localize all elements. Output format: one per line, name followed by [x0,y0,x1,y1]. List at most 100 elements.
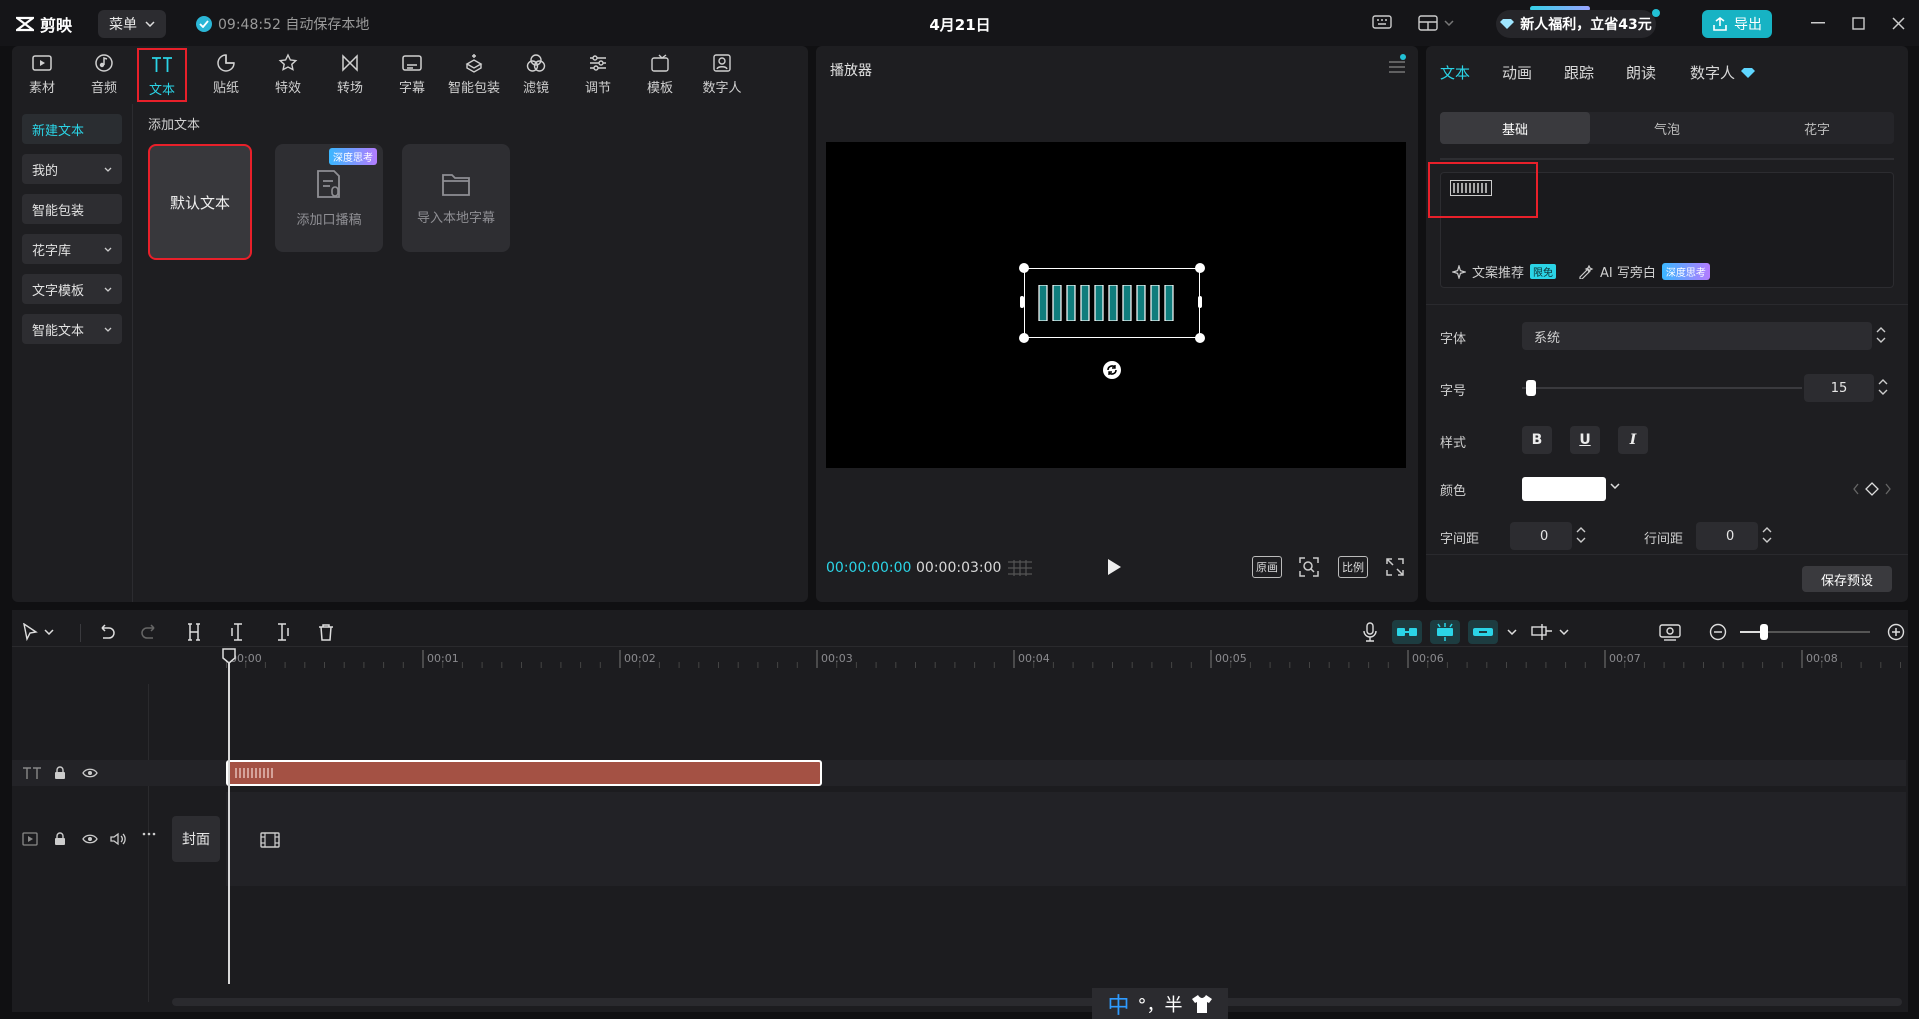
tab-text-props[interactable]: 文本 [1440,62,1470,83]
stepper-arrows-icon[interactable] [1762,524,1772,546]
zoom-fit-icon[interactable] [1298,556,1320,578]
tab-text[interactable]: 文本 [137,48,187,102]
sidebar-item-flower-text[interactable]: 花字库 [22,234,122,264]
subtab-basic[interactable]: 基础 [1440,112,1590,144]
chevron-down-icon[interactable] [1500,620,1524,644]
split-icon[interactable] [182,620,206,644]
bold-button[interactable]: B [1522,426,1552,454]
sidebar-item-smart-package[interactable]: 智能包装 [22,194,122,224]
tab-adjust[interactable]: 调节 [570,52,626,96]
underline-button[interactable]: U [1570,426,1600,454]
tab-filter[interactable]: 滤镜 [508,52,564,96]
stepper-arrows-icon[interactable] [1878,376,1888,398]
timeline-scrollbar[interactable] [172,998,1902,1006]
delete-right-icon[interactable] [270,620,294,644]
resize-handle[interactable] [1019,263,1029,273]
fullscreen-icon[interactable] [1386,558,1404,576]
video-canvas[interactable] [826,142,1406,468]
sidebar-item-mine[interactable]: 我的 [22,154,122,184]
zoom-slider-handle[interactable] [1760,624,1768,640]
main-video-track[interactable] [226,792,1906,886]
playhead[interactable] [228,650,230,984]
color-swatch[interactable] [1522,477,1606,501]
preview-axis-button[interactable] [1528,620,1572,644]
tab-sticker[interactable]: 贴纸 [198,52,254,96]
undo-icon[interactable] [94,620,118,644]
original-quality-button[interactable]: 原画 [1252,556,1282,578]
auto-snap-button[interactable] [1430,620,1460,644]
cover-button[interactable]: 封面 [172,816,220,862]
copy-recommend-button[interactable]: 文案推荐 限免 [1452,262,1557,281]
subtab-flower[interactable]: 花字 [1742,112,1892,144]
font-size-input[interactable]: 15 [1804,374,1874,402]
ai-narration-button[interactable]: AI 写旁白 深度思考 [1578,262,1710,281]
tab-digital-human[interactable]: 数字人 [694,52,750,96]
tab-smart-package[interactable]: 智能包装 [446,52,502,96]
tab-transition[interactable]: 转场 [322,52,378,96]
sidebar-item-text-template[interactable]: 文字模板 [22,274,122,304]
microphone-icon[interactable] [1358,620,1382,644]
font-size-slider-track[interactable] [1522,387,1802,389]
zoom-in-icon[interactable] [1884,620,1908,644]
more-options-icon[interactable] [142,832,156,836]
line-spacing-input[interactable]: 0 [1696,522,1758,550]
resize-handle[interactable] [1195,333,1205,343]
trash-icon[interactable] [314,620,338,644]
font-select[interactable]: 系统 [1522,322,1872,350]
tab-audio[interactable]: 音频 [76,52,132,96]
italic-button[interactable]: I [1618,426,1648,454]
play-button[interactable] [1106,558,1122,576]
text-selection-box[interactable] [1024,268,1200,338]
text-clip[interactable] [226,760,822,786]
linkage-button[interactable] [1468,620,1498,644]
lock-icon[interactable] [54,832,66,846]
subtab-bubble[interactable]: 气泡 [1592,112,1742,144]
menu-button[interactable]: 菜单 [98,10,166,38]
sidebar-item-new-text[interactable]: 新建文本 [22,114,122,144]
main-track-magnet-button[interactable] [1392,620,1422,644]
tab-tracking[interactable]: 跟踪 [1564,62,1594,83]
add-script-card[interactable]: 深度思考 添加口播稿 [275,144,383,252]
speaker-icon[interactable] [110,832,126,846]
keyframe-icon[interactable] [1852,481,1892,497]
ime-indicator[interactable]: 中 °，半 [1092,988,1228,1019]
select-tool-button[interactable] [18,620,58,644]
eye-icon[interactable] [82,833,98,845]
stepper-arrows-icon[interactable] [1576,524,1586,546]
maximize-icon[interactable] [1846,12,1870,34]
menu-lines-icon[interactable] [1388,60,1406,74]
zoom-out-icon[interactable] [1706,620,1730,644]
tab-effects[interactable]: 特效 [260,52,316,96]
redo-icon[interactable] [138,620,162,644]
side-handle[interactable] [1020,296,1024,308]
film-icon[interactable] [260,832,280,848]
default-text-card[interactable]: 默认文本 [148,144,252,260]
font-size-slider-handle[interactable] [1525,380,1536,396]
aspect-ratio-button[interactable]: 比例 [1338,556,1368,578]
save-preset-button[interactable]: 保存预设 [1802,566,1892,592]
promo-button[interactable]: 新人福利，立省43元 [1496,10,1656,38]
letter-spacing-input[interactable]: 0 [1510,522,1572,550]
import-subtitle-card[interactable]: 导入本地字幕 [402,144,510,252]
tab-digital-human-props[interactable]: 数字人 [1690,62,1756,83]
playhead-handle[interactable] [222,648,236,664]
layout-switch-button[interactable] [1418,13,1458,33]
waveform-icon[interactable] [1006,558,1034,578]
shortcut-keyboard-icon[interactable] [1372,14,1394,32]
resize-handle[interactable] [1019,333,1029,343]
stepper-arrows-icon[interactable] [1876,324,1886,346]
eye-icon[interactable] [82,767,98,779]
tab-template[interactable]: 模板 [632,52,688,96]
resize-handle[interactable] [1195,263,1205,273]
sidebar-item-smart-text[interactable]: 智能文本 [22,314,122,344]
lock-icon[interactable] [54,766,66,780]
close-icon[interactable] [1886,12,1910,34]
tab-subtitle[interactable]: 字幕 [384,52,440,96]
thumbnail-view-icon[interactable] [1658,620,1682,644]
chevron-down-icon[interactable] [1610,483,1620,489]
rotate-icon[interactable] [1102,360,1122,380]
tab-media[interactable]: 素材 [14,52,70,96]
export-button[interactable]: 导出 [1702,10,1772,38]
tab-animation[interactable]: 动画 [1502,62,1532,83]
side-handle[interactable] [1198,296,1202,308]
